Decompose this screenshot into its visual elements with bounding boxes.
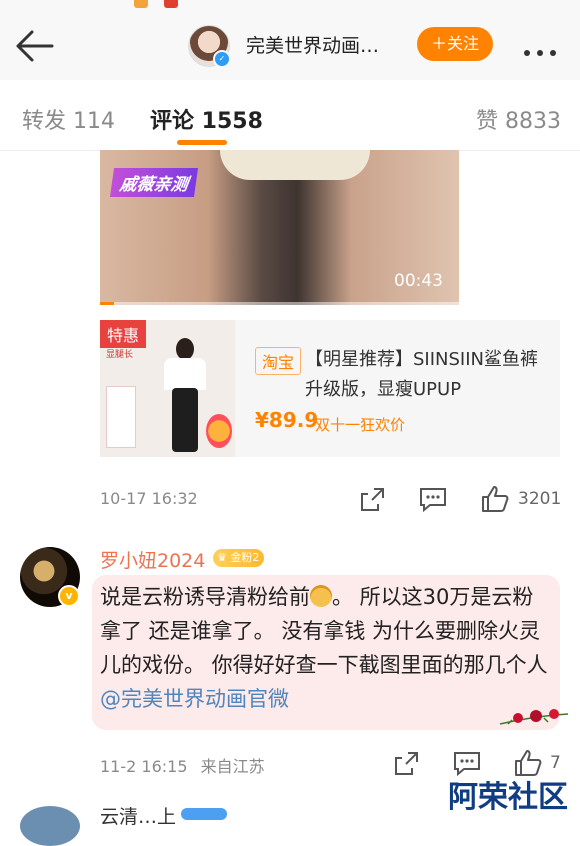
fan-level-label: 金粉2 xyxy=(230,551,260,564)
platform-tag: 淘宝 xyxy=(255,347,302,375)
share-icon[interactable] xyxy=(392,748,422,778)
tab-likes[interactable]: 赞 8833 xyxy=(476,103,561,135)
product-title: 【明星推荐】SIINSIIN鲨鱼裤升级版，显瘦UPUP xyxy=(305,345,555,405)
more-options-icon[interactable] xyxy=(524,41,564,56)
product-price: ¥89.9 xyxy=(255,408,319,432)
comment-icon[interactable] xyxy=(418,484,448,514)
video-player[interactable]: 戚薇亲测 00:43 xyxy=(100,150,459,305)
active-tab-indicator xyxy=(177,140,227,145)
share-icon[interactable] xyxy=(358,484,388,514)
verified-icon: ✓ xyxy=(213,50,231,68)
product-image-caption: 显腿长 xyxy=(106,350,134,360)
post-action-row: 10-17 16:32 3201 xyxy=(100,484,570,514)
comment-like-count: 7 xyxy=(550,753,561,773)
discount-badge: 特惠 xyxy=(100,320,147,348)
video-duration: 00:43 xyxy=(394,271,443,291)
product-title-text: 【明星推荐】SIINSIIN鲨鱼裤升级版，显瘦UPUP xyxy=(305,349,539,400)
crown-icon: ♛ xyxy=(217,551,227,564)
promo-sticker xyxy=(206,414,232,448)
status-icon xyxy=(164,0,178,8)
mention-link[interactable]: @完美世界动画官微 xyxy=(100,687,289,711)
video-frame-detail xyxy=(220,150,370,180)
comment-text-part: 说是云粉诱导清粉给前 xyxy=(100,585,310,609)
comment-time: 11-2 16:15 来自江苏 xyxy=(100,753,265,777)
model-figure xyxy=(164,358,206,390)
commenter-name[interactable]: 罗小妞2024 xyxy=(100,546,205,573)
next-commenter-badge xyxy=(181,808,227,820)
comment-date: 11-2 16:15 xyxy=(100,757,188,776)
product-image-panel xyxy=(106,386,136,448)
interaction-tabs: 转发 114 评论 1558 赞 8833 xyxy=(0,80,580,151)
rose-decoration-icon xyxy=(499,709,569,725)
author-name[interactable]: 完美世界动画… xyxy=(246,31,379,58)
back-arrow-icon[interactable] xyxy=(14,28,54,64)
product-card[interactable]: 特惠 显腿长 淘宝 【明星推荐】SIINSIIN鲨鱼裤升级版，显瘦UPUP ¥8… xyxy=(100,320,560,457)
like-icon[interactable] xyxy=(480,484,510,514)
comment-body[interactable]: 说是云粉诱导清粉给前。 所以这30万是云粉拿了 还是谁拿了。 没有拿钱 为什么要… xyxy=(100,580,550,716)
model-figure xyxy=(172,388,198,452)
status-bar xyxy=(0,0,580,14)
video-progress-bar[interactable] xyxy=(100,302,459,305)
status-icon xyxy=(134,0,148,8)
next-commenter-avatar[interactable] xyxy=(20,806,80,846)
tab-reposts[interactable]: 转发 114 xyxy=(22,103,115,135)
video-tag: 戚薇亲测 xyxy=(109,168,199,197)
fan-level-badge: ♛ 金粉2 xyxy=(213,549,265,567)
follow-button[interactable]: ＋关注 xyxy=(417,27,493,61)
commenter-avatar[interactable]: v xyxy=(20,547,80,607)
tab-comments[interactable]: 评论 1558 xyxy=(150,103,263,135)
post-time: 10-17 16:32 xyxy=(100,489,198,508)
product-image[interactable]: 特惠 显腿长 xyxy=(100,320,235,457)
verified-icon: v xyxy=(58,585,80,607)
money-bag-emoji-icon xyxy=(310,585,332,607)
video-progress-fill xyxy=(100,302,115,305)
watermark: 阿荣社区 xyxy=(448,780,568,815)
product-promo: 双十一狂欢价 xyxy=(315,416,406,434)
author-avatar[interactable]: ✓ xyxy=(188,25,231,68)
model-figure xyxy=(176,338,194,360)
top-bar: ✓ 完美世界动画… ＋关注 xyxy=(0,14,580,80)
post-like-count: 3201 xyxy=(518,489,562,509)
comment-location: 来自江苏 xyxy=(200,757,265,776)
